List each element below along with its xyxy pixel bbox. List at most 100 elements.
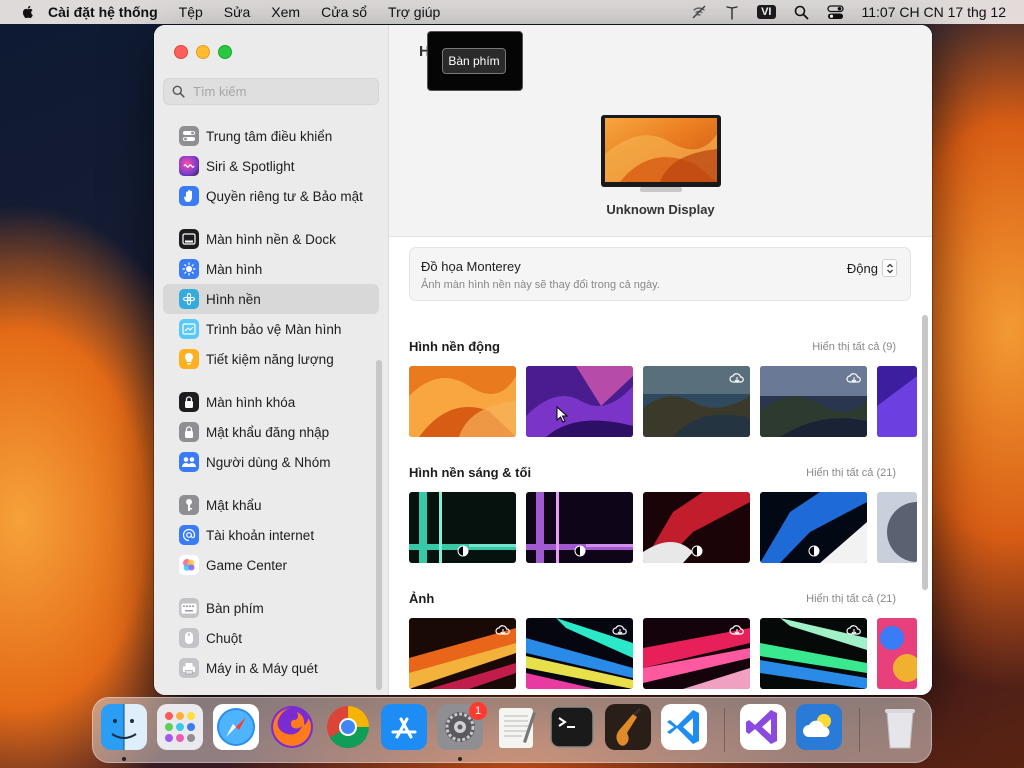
current-wallpaper-subtitle: Ảnh màn hình nền này sẽ thay đổi trong c… (421, 279, 660, 291)
sidebar-item-game-center[interactable]: Game Center (163, 550, 379, 580)
wallpaper-thumb-catalina-evening[interactable] (760, 366, 867, 437)
main-scrollbar[interactable] (922, 315, 928, 590)
cloud-download-icon[interactable] (729, 624, 745, 636)
terminal-icon[interactable] (549, 704, 595, 750)
safari-icon[interactable] (213, 704, 259, 750)
wifi-off-icon[interactable] (691, 4, 707, 20)
show-all-dynamic-link[interactable]: Hiển thị tất cả (9) (812, 341, 896, 353)
sidebar-item-energy[interactable]: Tiết kiệm năng lượng (163, 344, 379, 374)
zoom-button[interactable] (218, 45, 232, 59)
wallpaper-thumb-streak-multi[interactable] (526, 618, 633, 689)
wallpaper-thumb-imac-purple[interactable] (526, 492, 633, 563)
search-icon (172, 85, 185, 98)
firefox-icon[interactable] (269, 704, 315, 750)
menu-edit[interactable]: Sửa (224, 4, 251, 20)
sidebar-item-wallpaper[interactable]: Hình nền (163, 284, 379, 314)
cloud-download-icon[interactable] (612, 624, 628, 636)
vscode-icon[interactable] (661, 704, 707, 750)
cloud-download-icon[interactable] (846, 372, 862, 384)
system-settings-window: Trung tâm điều khiển Siri & Spotlight Qu… (154, 25, 932, 695)
sidebar-item-keyboard[interactable]: Bàn phím (163, 593, 379, 623)
sidebar-item-label: Trình bảo vệ Màn hình (206, 321, 342, 337)
wallpaper-thumb-streak-orange[interactable] (409, 618, 516, 689)
visual-studio-icon[interactable] (740, 704, 786, 750)
sidebar-item-label: Mật khẩu đăng nhập (206, 424, 330, 440)
sidebar-item-label: Màn hình nền & Dock (206, 231, 336, 247)
wallpaper-mode-select[interactable]: Động (847, 259, 897, 277)
cloud-download-icon[interactable] (729, 372, 745, 384)
monitor-preview (601, 115, 721, 192)
wallpaper-thumb-macbook-blue[interactable] (760, 492, 867, 563)
wallpaper-thumb-imac-green[interactable] (409, 492, 516, 563)
sidebar-item-label: Bàn phím (206, 600, 264, 616)
dock: 1 (92, 697, 932, 763)
sidebar-search[interactable] (163, 78, 379, 105)
sidebar-list: Trung tâm điều khiển Siri & Spotlight Qu… (154, 115, 388, 695)
sidebar-item-displays[interactable]: Màn hình (163, 254, 379, 284)
sidebar-item-screensaver[interactable]: Trình bảo vệ Màn hình (163, 314, 379, 344)
launchpad-icon[interactable] (157, 704, 203, 750)
sidebar-item-users-groups[interactable]: Người dùng & Nhóm (163, 447, 379, 477)
antenna-icon[interactable] (725, 4, 739, 20)
minimize-button[interactable] (196, 45, 210, 59)
running-indicator (458, 757, 462, 761)
menu-window[interactable]: Cửa sổ (321, 4, 367, 20)
finder-icon[interactable] (101, 704, 147, 750)
brightness-icon (179, 259, 199, 279)
wallpaper-icon (179, 289, 199, 309)
sidebar-item-desktop-dock[interactable]: Màn hình nền & Dock (163, 224, 379, 254)
sidebar-group-5: Bàn phím Chuột Máy in & Máy quét (154, 593, 388, 683)
garageband-icon[interactable] (605, 704, 651, 750)
current-wallpaper-title: Đồ họa Monterey (421, 259, 521, 274)
search-icon[interactable] (794, 5, 809, 20)
sidebar-item-internet-accounts[interactable]: Tài khoản internet (163, 520, 379, 550)
show-all-light-dark-link[interactable]: Hiển thị tất cả (21) (806, 467, 896, 479)
wallpaper-thumb-macbook-red[interactable] (643, 492, 750, 563)
close-button[interactable] (174, 45, 188, 59)
wallpaper-thumb-monterey[interactable] (526, 366, 633, 437)
sidebar-item-mouse[interactable]: Chuột (163, 623, 379, 653)
menu-app-name[interactable]: Cài đặt hệ thống (48, 4, 158, 20)
sidebar-item-siri[interactable]: Siri & Spotlight (163, 151, 379, 181)
light-dark-icon (574, 545, 586, 557)
wallpaper-thumb-partial[interactable] (877, 492, 917, 563)
control-center-icon[interactable] (826, 4, 844, 20)
sidebar-group-4: Mật khẩu Tài khoản internet Game Center (154, 490, 388, 580)
sidebar-group-3: Màn hình khóa Mật khẩu đăng nhập Người d… (154, 387, 388, 477)
sidebar-item-printers[interactable]: Máy in & Máy quét (163, 653, 379, 683)
sidebar-item-control-center[interactable]: Trung tâm điều khiển (163, 121, 379, 151)
weather-icon[interactable] (796, 704, 842, 750)
app-store-icon[interactable] (381, 704, 427, 750)
mouse-icon (179, 628, 199, 648)
sidebar-item-lock-screen[interactable]: Màn hình khóa (163, 387, 379, 417)
cloud-download-icon[interactable] (846, 624, 862, 636)
clock[interactable]: 11:07 CH CN 17 thg 12 (862, 4, 1007, 20)
menu-file[interactable]: Tệp (179, 4, 203, 20)
menu-help[interactable]: Trợ giúp (388, 4, 440, 20)
cloud-download-icon[interactable] (495, 624, 511, 636)
apple-logo-icon[interactable] (20, 4, 36, 20)
wallpaper-thumb-catalina-day[interactable] (643, 366, 750, 437)
dock-separator (859, 708, 860, 752)
window-controls (174, 45, 232, 59)
show-all-photos-link[interactable]: Hiển thị tất cả (21) (806, 593, 896, 605)
textedit-icon[interactable] (493, 704, 539, 750)
lightbulb-icon (179, 349, 199, 369)
sidebar-item-privacy[interactable]: Quyền riêng tư & Bảo mật (163, 181, 379, 211)
wallpaper-thumb-ventura[interactable] (409, 366, 516, 437)
chrome-icon[interactable] (325, 704, 371, 750)
hand-icon (179, 186, 199, 206)
sidebar-scrollbar[interactable] (376, 360, 382, 690)
wallpaper-thumb-partial[interactable] (877, 618, 917, 689)
sidebar-item-login-password[interactable]: Mật khẩu đăng nhập (163, 417, 379, 447)
menu-view[interactable]: Xem (271, 4, 300, 20)
display-name: Unknown Display (606, 202, 715, 217)
wallpaper-thumb-partial[interactable] (877, 366, 917, 437)
sidebar-item-passwords[interactable]: Mật khẩu (163, 490, 379, 520)
sidebar-item-label: Tài khoản internet (206, 527, 315, 543)
input-source-badge[interactable]: VI (757, 5, 776, 19)
wallpaper-thumb-streak-green[interactable] (760, 618, 867, 689)
trash-icon[interactable] (877, 704, 923, 750)
search-input[interactable] (191, 83, 375, 100)
wallpaper-thumb-streak-pink[interactable] (643, 618, 750, 689)
